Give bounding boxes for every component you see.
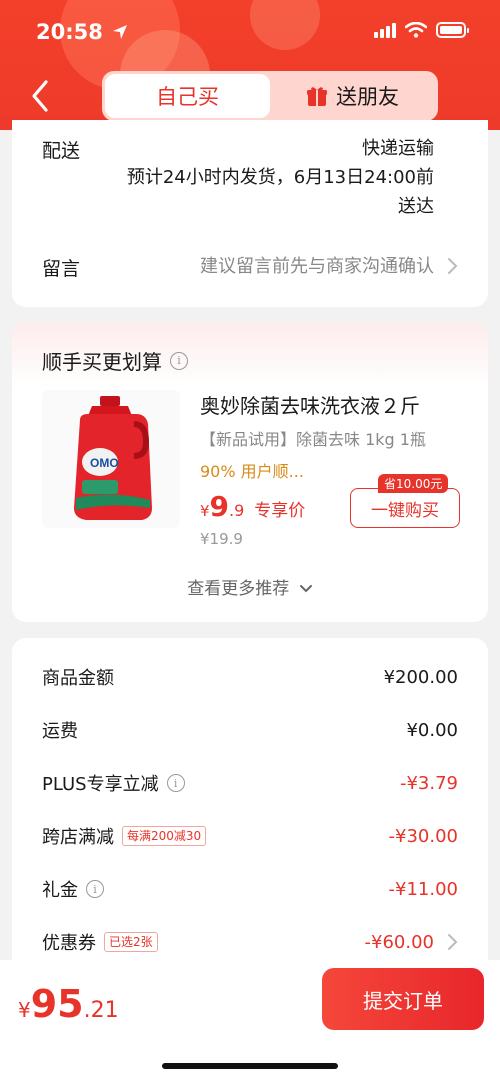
one-click-buy-button[interactable]: 一键购买 <box>350 488 460 528</box>
chevron-right-icon <box>448 258 458 274</box>
coupon-tag: 已选2张 <box>104 932 158 952</box>
product-price: ¥ 9 .9 专享价 <box>200 490 305 523</box>
summary-label: 运费 <box>42 721 78 742</box>
price-tag: 专享价 <box>254 501 306 521</box>
summary-value: -¥60.00 <box>364 931 434 953</box>
tab-self-buy[interactable]: 自己买 <box>105 74 270 118</box>
summary-label: 礼金 <box>42 880 78 901</box>
summary-label: 商品金额 <box>42 668 114 689</box>
info-icon[interactable]: i <box>166 774 185 792</box>
save-badge: 省10.00元 <box>378 474 449 493</box>
header-decoration <box>250 0 320 50</box>
more-recommend-label: 查看更多推荐 <box>187 579 290 599</box>
product-rating: 90% 用户顺... <box>200 462 304 481</box>
summary-label: PLUS专享立减 <box>42 774 159 795</box>
chevron-down-icon <box>299 585 312 593</box>
delivery-label: 配送 <box>42 140 81 162</box>
summary-value: -¥3.79 <box>399 772 458 794</box>
summary-row-plus: PLUS专享立减 i -¥3.79 <box>42 768 458 798</box>
price-integer: 9 <box>209 490 230 523</box>
svg-text:OMO: OMO <box>90 456 119 470</box>
summary-label: 优惠券 <box>42 933 96 954</box>
checkout-bar: ¥ 95 .21 提交订单 <box>0 960 500 1083</box>
total-decimal: .21 <box>83 998 119 1023</box>
total-symbol: ¥ <box>18 998 31 1022</box>
summary-row-coupon[interactable]: 优惠券 已选2张 -¥60.00 <box>42 927 458 957</box>
info-icon[interactable]: i <box>86 880 104 898</box>
submit-order-button[interactable]: 提交订单 <box>322 968 484 1030</box>
recommend-title-text: 顺手买更划算 <box>42 350 162 374</box>
back-button[interactable] <box>28 76 54 116</box>
more-recommend-link[interactable]: 查看更多推荐 <box>12 574 488 599</box>
wifi-icon <box>405 22 427 38</box>
home-indicator[interactable] <box>162 1063 338 1069</box>
price-symbol: ¥ <box>200 502 210 520</box>
signal-icon <box>374 22 396 38</box>
battery-icon <box>436 22 469 38</box>
purchase-mode-switch: 自己买 送朋友 <box>102 71 438 121</box>
order-summary-card: 商品金额 ¥200.00 运费 ¥0.00 PLUS专享立减 i -¥3.79 … <box>12 638 488 968</box>
delivery-eta-cont: 送达 <box>398 196 434 217</box>
summary-row-gift-money: 礼金 i -¥11.00 <box>42 874 458 904</box>
chevron-right-icon <box>448 934 458 950</box>
summary-value: -¥11.00 <box>388 878 458 900</box>
product-image[interactable]: OMO <box>42 390 180 528</box>
promo-tag: 每满200减30 <box>122 826 207 846</box>
recommend-title: 顺手买更划算 i <box>42 346 188 375</box>
note-label: 留言 <box>42 258 81 280</box>
summary-value: -¥30.00 <box>388 825 458 847</box>
note-input[interactable]: 建议留言前先与商家沟通确认 <box>200 252 434 278</box>
summary-label: 跨店满减 <box>42 827 114 848</box>
original-price: ¥19.9 <box>200 530 243 548</box>
delivery-card: 配送 快递运输 预计24小时内发货，6月13日24:00前 送达 留言 建议留言… <box>12 120 488 307</box>
tab-gift-friend-label: 送朋友 <box>336 85 399 109</box>
delivery-info: 快递运输 预计24小时内发货，6月13日24:00前 送达 <box>127 134 434 221</box>
summary-row-shipping: 运费 ¥0.00 <box>42 715 458 745</box>
summary-value: ¥200.00 <box>383 666 458 688</box>
status-indicators <box>374 22 469 38</box>
tab-gift-friend[interactable]: 送朋友 <box>270 74 435 118</box>
location-arrow-icon <box>113 25 128 39</box>
tab-self-buy-label: 自己买 <box>156 85 219 109</box>
delivery-eta: 预计24小时内发货，6月13日24:00前 <box>126 167 434 188</box>
total-integer: 95 <box>30 982 84 1026</box>
delivery-method: 快递运输 <box>362 138 434 159</box>
info-icon[interactable]: i <box>170 351 188 370</box>
summary-row-goods: 商品金额 ¥200.00 <box>42 662 458 692</box>
product-spec: 【新品试用】除菌去味 1kg 1瓶 <box>200 430 426 449</box>
summary-value: ¥0.00 <box>406 719 458 741</box>
product-name[interactable]: 奥妙除菌去味洗衣液２斤 <box>200 390 420 419</box>
price-decimal: .9 <box>229 501 245 520</box>
summary-row-cross-store: 跨店满减 每满200减30 -¥30.00 <box>42 821 458 851</box>
status-time: 20:58 <box>36 20 128 44</box>
gift-icon <box>307 87 327 106</box>
detergent-bottle-image: OMO <box>74 396 152 520</box>
top-header: 20:58 自己买 送朋友 <box>0 0 500 130</box>
chevron-left-icon <box>32 80 48 112</box>
recommend-card: 顺手买更划算 i OMO 奥妙除菌去味洗衣液２斤 【新品试用】除菌去味 1kg … <box>12 322 488 622</box>
order-total: ¥ 95 .21 <box>18 982 119 1026</box>
